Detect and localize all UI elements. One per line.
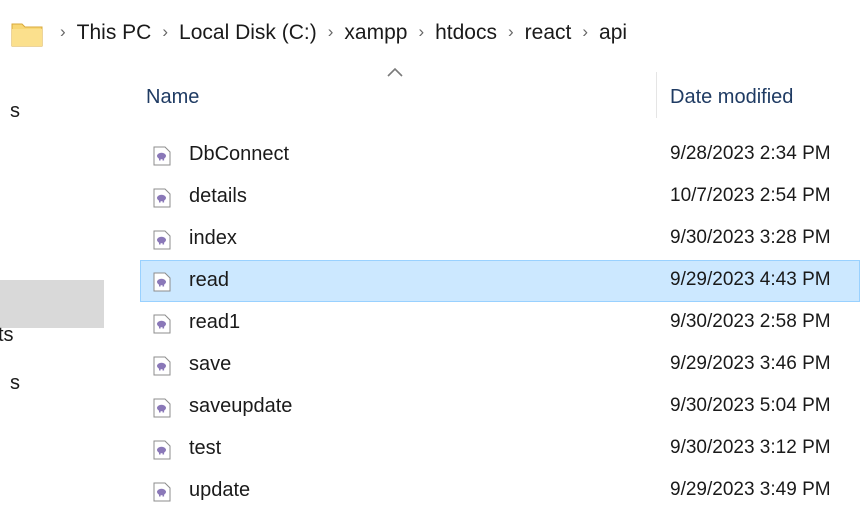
- navigation-pane: s ts s: [0, 64, 108, 508]
- column-header-name[interactable]: Name: [146, 86, 199, 109]
- file-name: read: [189, 269, 230, 291]
- file-date-modified: 9/28/2023 2:34 PM: [670, 143, 831, 164]
- file-name: update: [189, 479, 251, 501]
- file-name: read1: [189, 311, 241, 333]
- file-row[interactable]: details 10/7/2023 2:54 PM: [140, 176, 860, 218]
- chevron-right-icon[interactable]: ›: [582, 22, 588, 42]
- chevron-right-icon[interactable]: ›: [328, 22, 334, 42]
- chevron-right-icon[interactable]: ›: [162, 22, 168, 42]
- file-date-modified: 9/30/2023 3:28 PM: [670, 227, 831, 248]
- breadcrumb-item[interactable]: Local Disk (C:): [179, 21, 317, 45]
- file-date-modified: 9/29/2023 3:49 PM: [670, 479, 831, 500]
- breadcrumb: › This PC › Local Disk (C:) › xampp › htdocs › re…: [60, 16, 627, 50]
- php-file-icon: [153, 356, 171, 376]
- folder-icon: [11, 23, 43, 47]
- file-row[interactable]: test 9/30/2023 3:12 PM: [140, 428, 860, 470]
- file-name: test: [189, 437, 222, 459]
- breadcrumb-item[interactable]: react: [525, 21, 572, 45]
- php-file-icon: [153, 188, 171, 208]
- breadcrumb-item[interactable]: api: [599, 21, 627, 45]
- file-date-modified: 9/30/2023 2:58 PM: [670, 311, 831, 332]
- chevron-right-icon[interactable]: ›: [418, 22, 424, 42]
- column-divider[interactable]: [656, 72, 657, 118]
- php-file-icon: [153, 314, 171, 334]
- php-file-icon: [153, 398, 171, 418]
- file-row[interactable]: update 9/29/2023 3:49 PM: [140, 470, 860, 512]
- file-date-modified: 9/30/2023 3:12 PM: [670, 437, 831, 458]
- chevron-right-icon[interactable]: ›: [508, 22, 514, 42]
- address-bar[interactable]: › This PC › Local Disk (C:) › xampp › htdocs › re…: [0, 0, 860, 64]
- php-file-icon: [153, 146, 171, 166]
- file-name: details: [189, 185, 247, 207]
- file-row[interactable]: index 9/30/2023 3:28 PM: [140, 218, 860, 260]
- file-row[interactable]: DbConnect 9/28/2023 2:34 PM: [140, 134, 860, 176]
- file-row[interactable]: saveupdate 9/30/2023 5:04 PM: [140, 386, 860, 428]
- file-date-modified: 9/29/2023 4:43 PM: [670, 269, 831, 290]
- file-date-modified: 9/30/2023 5:04 PM: [670, 395, 831, 416]
- file-name: index: [189, 227, 237, 249]
- php-file-icon: [153, 272, 171, 292]
- file-name: save: [189, 353, 232, 375]
- file-name: DbConnect: [189, 143, 290, 165]
- file-row[interactable]: read 9/29/2023 4:43 PM: [140, 260, 860, 302]
- nav-item[interactable]: s: [10, 372, 20, 395]
- php-file-icon: [153, 440, 171, 460]
- php-file-icon: [153, 230, 171, 250]
- php-file-icon: [153, 482, 171, 502]
- file-list: DbConnect 9/28/2023 2:34 PM details 10/7/20…: [140, 134, 860, 512]
- file-name: saveupdate: [189, 395, 293, 417]
- file-date-modified: 9/29/2023 3:46 PM: [670, 353, 831, 374]
- nav-selected-item[interactable]: [0, 280, 104, 328]
- breadcrumb-item[interactable]: xampp: [344, 21, 407, 45]
- chevron-right-icon[interactable]: ›: [60, 22, 66, 42]
- sort-ascending-icon: [387, 67, 403, 77]
- breadcrumb-item[interactable]: This PC: [77, 21, 152, 45]
- file-row[interactable]: save 9/29/2023 3:46 PM: [140, 344, 860, 386]
- nav-item[interactable]: ts: [0, 324, 14, 347]
- file-row[interactable]: read1 9/30/2023 2:58 PM: [140, 302, 860, 344]
- breadcrumb-item[interactable]: htdocs: [435, 21, 497, 45]
- nav-item[interactable]: s: [10, 100, 20, 123]
- file-date-modified: 10/7/2023 2:54 PM: [670, 185, 831, 206]
- column-header-date-modified[interactable]: Date modified: [670, 86, 793, 109]
